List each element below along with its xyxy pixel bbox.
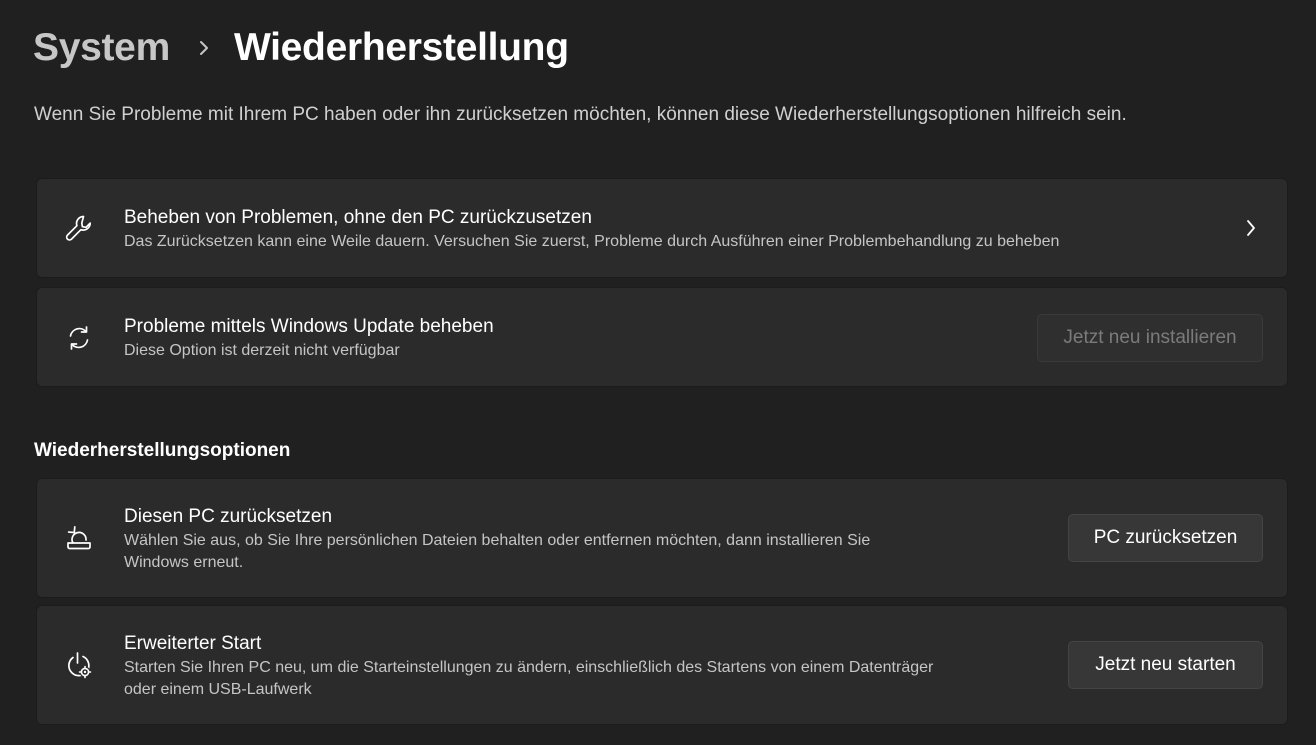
page-title: Wiederherstellung xyxy=(233,26,569,69)
reset-pc-card: Diesen PC zurücksetzen Wählen Sie aus, o… xyxy=(36,478,1288,598)
card-description: Diese Option ist derzeit nicht verfügbar xyxy=(124,342,400,359)
card-description-line: Windows erneut. xyxy=(124,554,244,571)
card-description-line: Wählen Sie aus, ob Sie Ihre persönlichen… xyxy=(124,532,871,549)
chevron-right-icon xyxy=(184,22,224,74)
breadcrumb-system-link[interactable]: System xyxy=(33,26,170,70)
troubleshoot-card[interactable]: Beheben von Problemen, ohne den PC zurüc… xyxy=(36,178,1288,278)
advanced-startup-card: Erweiterter Start Starten Sie Ihren PC n… xyxy=(36,605,1288,725)
reset-pc-icon xyxy=(63,521,95,553)
card-description: Das Zurücksetzen kann eine Weile dauern.… xyxy=(124,233,1060,250)
refresh-icon xyxy=(63,322,95,354)
settings-page: System Wiederherstellung Wenn Sie Proble… xyxy=(0,0,1316,745)
card-description-line: Starten Sie Ihren PC neu, um die Startei… xyxy=(124,659,934,676)
reinstall-now-button: Jetzt neu installieren xyxy=(1037,314,1263,362)
card-description: Wählen Sie aus, ob Sie Ihre persönlichen… xyxy=(124,530,870,574)
section-heading: Wiederherstellungsoptionen xyxy=(34,440,291,461)
card-title: Diesen PC zurücksetzen xyxy=(124,506,333,527)
wrench-icon xyxy=(63,213,95,245)
card-description: Starten Sie Ihren PC neu, um die Startei… xyxy=(124,657,933,701)
card-title: Erweiterter Start xyxy=(124,633,262,654)
breadcrumb: System Wiederherstellung xyxy=(33,22,569,74)
card-title: Beheben von Problemen, ohne den PC zurüc… xyxy=(124,207,592,228)
restart-now-button[interactable]: Jetzt neu starten xyxy=(1068,641,1263,689)
windows-update-repair-card: Probleme mittels Windows Update beheben … xyxy=(36,287,1288,387)
card-title: Probleme mittels Windows Update beheben xyxy=(124,316,494,337)
page-description: Wenn Sie Probleme mit Ihrem PC haben ode… xyxy=(34,104,1127,125)
chevron-right-icon xyxy=(1241,216,1261,240)
card-description-line: oder einem USB-Laufwerk xyxy=(124,681,312,698)
reset-pc-button[interactable]: PC zurücksetzen xyxy=(1068,514,1263,562)
advanced-startup-icon xyxy=(63,650,95,682)
